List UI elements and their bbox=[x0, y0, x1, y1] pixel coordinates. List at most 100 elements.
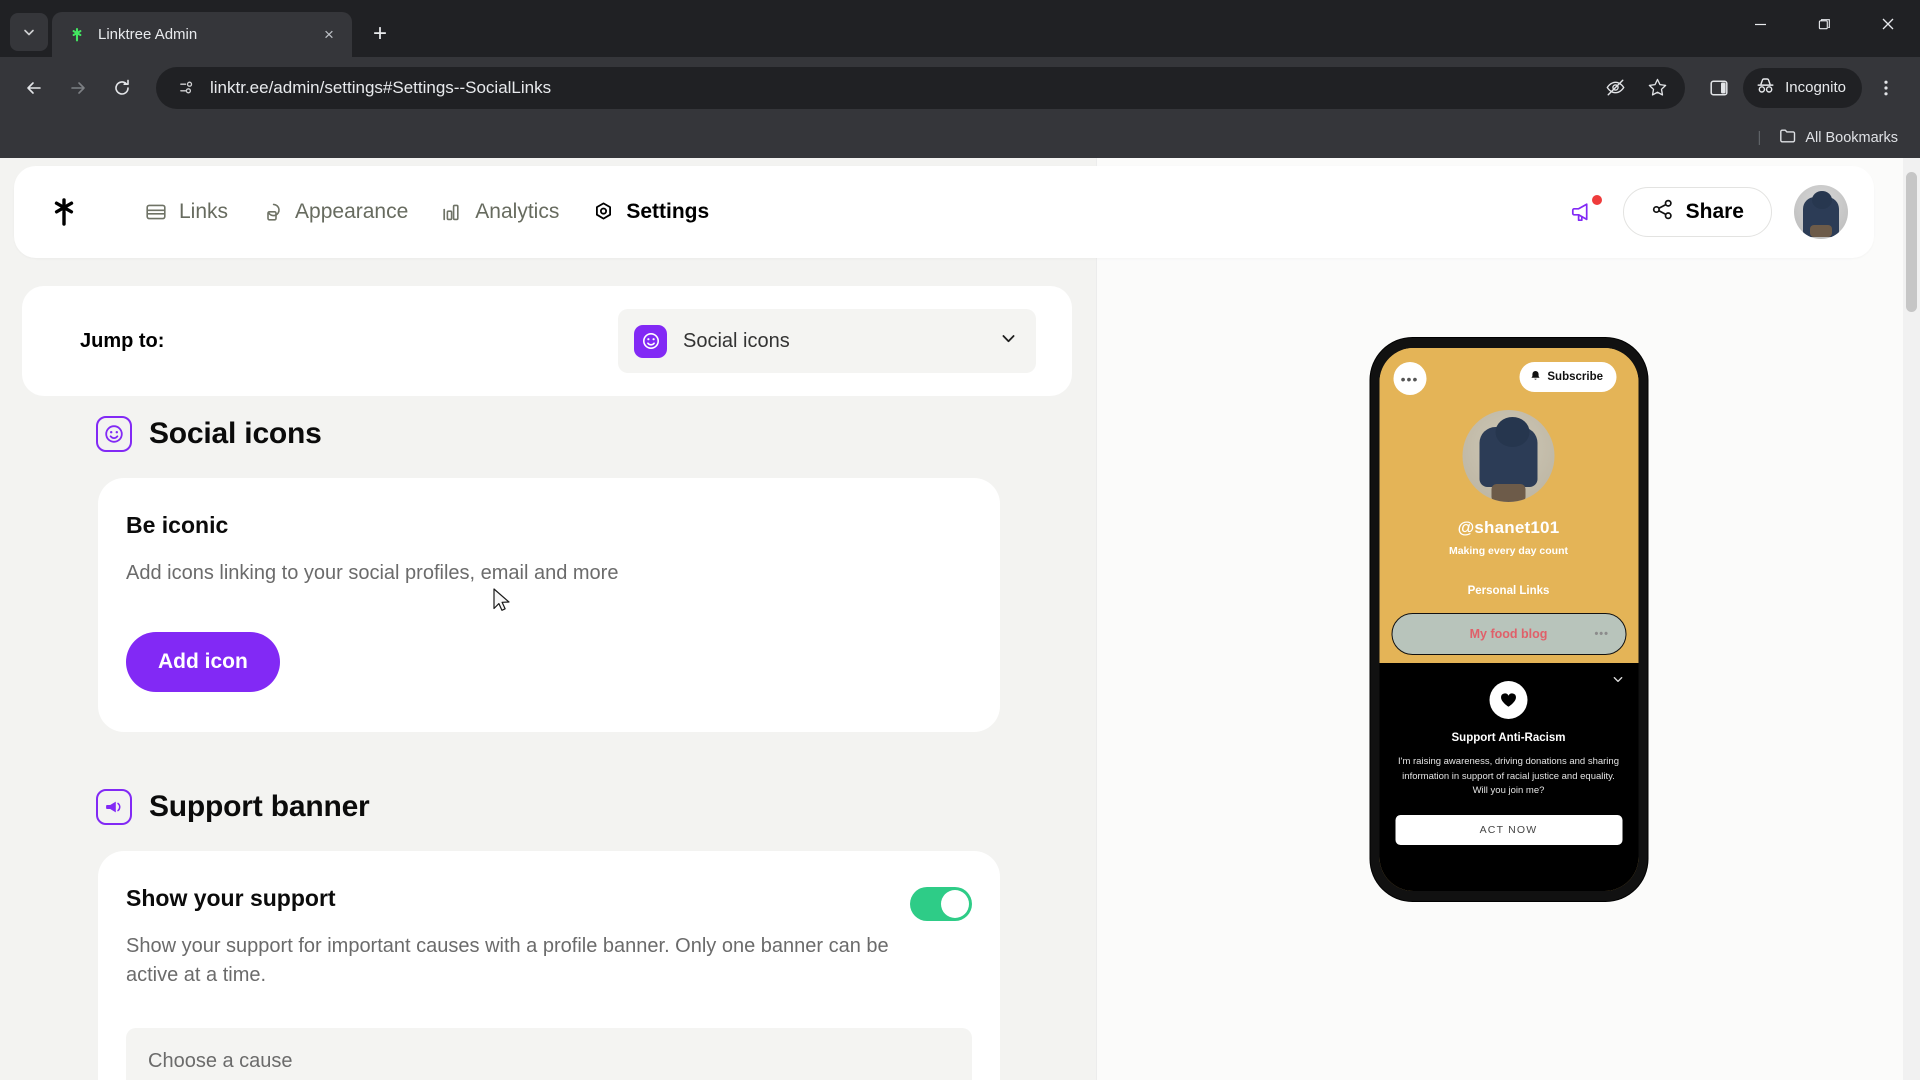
forward-button[interactable] bbox=[58, 68, 98, 108]
preview-banner-cta-button[interactable]: ACT NOW bbox=[1395, 815, 1622, 846]
omnibox-actions bbox=[1595, 68, 1677, 108]
preview-links-heading: Personal Links bbox=[1467, 585, 1550, 597]
preview-column: ••• Subscribe @shanet101 Making every da… bbox=[1096, 158, 1920, 1080]
tab-title: Linktree Admin bbox=[98, 26, 198, 43]
avatar[interactable] bbox=[1794, 185, 1848, 239]
tab-close-icon[interactable]: × bbox=[318, 24, 340, 46]
card-title-be-iconic: Be iconic bbox=[126, 512, 229, 538]
analytics-bar-chart-icon bbox=[440, 200, 464, 224]
nav-item-links[interactable]: Links bbox=[128, 190, 244, 234]
tab-strip: Linktree Admin × + bbox=[0, 0, 1920, 57]
jump-to-card: Jump to: Social icons bbox=[22, 286, 1072, 396]
section-header-social-icons: Social icons bbox=[0, 416, 1096, 452]
share-label: Share bbox=[1685, 200, 1744, 223]
nav-label-links: Links bbox=[179, 200, 229, 223]
card-be-iconic: Be iconic Add icons linking to your soci… bbox=[98, 478, 1000, 732]
browser-window: Linktree Admin × + linktr.ee/admin/setti… bbox=[0, 0, 1920, 1080]
preview-support-banner: Support Anti-Racism I'm raising awarenes… bbox=[1379, 662, 1638, 891]
back-button[interactable] bbox=[14, 68, 54, 108]
reload-button[interactable] bbox=[102, 68, 142, 108]
preview-avatar bbox=[1462, 410, 1555, 502]
settings-gear-icon bbox=[591, 200, 615, 224]
star-icon[interactable] bbox=[1637, 68, 1677, 108]
url-text: linktr.ee/admin/settings#Settings--Socia… bbox=[210, 77, 552, 97]
preview-link-menu-icon[interactable]: ••• bbox=[1594, 628, 1609, 640]
close-window-button[interactable] bbox=[1856, 0, 1920, 48]
card-title-show-your-support: Show your support bbox=[126, 885, 336, 911]
app-header: Links Appearance Analytics Settings Shar… bbox=[14, 166, 1874, 258]
chevron-down-icon bbox=[999, 329, 1018, 353]
toggle-knob bbox=[941, 890, 969, 918]
bell-icon bbox=[1529, 370, 1541, 385]
profile-label: Incognito bbox=[1785, 79, 1846, 96]
app-nav: Links Appearance Analytics Settings bbox=[128, 190, 725, 234]
all-bookmarks-label: All Bookmarks bbox=[1805, 130, 1898, 146]
preview-banner-title: Support Anti-Racism bbox=[1451, 731, 1566, 744]
card-description-show-your-support: Show your support for important causes w… bbox=[126, 935, 889, 986]
section-header-support-banner: Support banner bbox=[0, 789, 1096, 825]
bookmarks-separator: | bbox=[1757, 130, 1762, 146]
megaphone-icon bbox=[96, 789, 132, 825]
preview-subscribe-label: Subscribe bbox=[1547, 371, 1603, 383]
announcements-button[interactable] bbox=[1567, 195, 1602, 229]
nav-item-appearance[interactable]: Appearance bbox=[244, 190, 424, 234]
tab-search-button[interactable] bbox=[10, 13, 48, 51]
phone-screen: ••• Subscribe @shanet101 Making every da… bbox=[1379, 348, 1638, 891]
settings-sections: Social icons Be iconic Add icons linking… bbox=[0, 416, 1096, 1080]
card-description-be-iconic: Add icons linking to your social profile… bbox=[126, 562, 619, 584]
share-nodes-icon bbox=[1651, 198, 1674, 227]
jump-to-selected-value: Social icons bbox=[683, 329, 790, 352]
address-bar[interactable]: linktr.ee/admin/settings#Settings--Socia… bbox=[156, 66, 1686, 109]
jump-to-label: Jump to: bbox=[80, 329, 165, 352]
share-button[interactable]: Share bbox=[1622, 187, 1772, 237]
browser-toolbar: linktr.ee/admin/settings#Settings--Socia… bbox=[0, 57, 1920, 118]
notification-dot bbox=[1591, 195, 1602, 205]
nav-label-settings: Settings bbox=[626, 200, 710, 223]
preview-banner-body: I'm raising awareness, driving donations… bbox=[1398, 755, 1619, 797]
browser-tab[interactable]: Linktree Admin × bbox=[52, 12, 352, 57]
section-title-support-banner: Support banner bbox=[149, 790, 370, 823]
smiley-face-icon bbox=[634, 324, 667, 358]
nav-item-settings[interactable]: Settings bbox=[575, 190, 725, 234]
page-viewport: Links Appearance Analytics Settings Shar… bbox=[0, 158, 1920, 1080]
phone-preview: ••• Subscribe @shanet101 Making every da… bbox=[1370, 338, 1647, 901]
profile-incognito-button[interactable]: Incognito bbox=[1743, 67, 1862, 108]
maximize-button[interactable] bbox=[1792, 0, 1856, 48]
folder-icon bbox=[1779, 127, 1797, 149]
minimize-button[interactable] bbox=[1728, 0, 1792, 48]
show-support-toggle[interactable] bbox=[910, 887, 972, 921]
nav-label-analytics: Analytics bbox=[475, 200, 560, 223]
all-bookmarks-button[interactable]: All Bookmarks bbox=[1771, 123, 1906, 153]
preview-subscribe-button[interactable]: Subscribe bbox=[1519, 362, 1616, 392]
settings-column: Jump to: Social icons Social icons Be ic… bbox=[0, 158, 1096, 1080]
nav-label-appearance: Appearance bbox=[295, 200, 409, 223]
page-scrollbar[interactable] bbox=[1903, 158, 1920, 1080]
choose-a-cause-select[interactable]: Choose a cause bbox=[126, 1028, 972, 1080]
preview-link-item[interactable]: My food blog ••• bbox=[1391, 613, 1626, 655]
card-show-your-support: Show your support Show your support for … bbox=[98, 851, 1000, 1080]
add-icon-button[interactable]: Add icon bbox=[126, 632, 280, 692]
window-controls bbox=[1728, 0, 1920, 48]
toolbar-right: Incognito bbox=[1699, 67, 1906, 108]
side-panel-icon[interactable] bbox=[1699, 68, 1739, 108]
scrollbar-thumb[interactable] bbox=[1906, 172, 1917, 312]
page-info-icon[interactable] bbox=[172, 74, 200, 102]
linktree-favicon-icon bbox=[68, 26, 86, 44]
preview-menu-dots-button[interactable]: ••• bbox=[1393, 362, 1426, 395]
eye-slash-icon[interactable] bbox=[1595, 68, 1635, 108]
section-title-social-icons: Social icons bbox=[149, 417, 322, 450]
new-tab-button[interactable]: + bbox=[362, 16, 398, 52]
nav-item-analytics[interactable]: Analytics bbox=[424, 190, 575, 234]
linktree-logo-icon[interactable] bbox=[44, 192, 84, 232]
links-icon bbox=[144, 200, 168, 224]
heart-icon bbox=[1489, 680, 1528, 719]
jump-to-select[interactable]: Social icons bbox=[618, 309, 1036, 373]
smiley-face-icon bbox=[96, 416, 132, 452]
three-dot-menu-icon[interactable] bbox=[1866, 68, 1906, 108]
preview-handle: @shanet101 bbox=[1457, 518, 1560, 537]
appearance-icon bbox=[260, 200, 284, 224]
preview-link-label: My food blog bbox=[1469, 627, 1548, 641]
app-header-right: Share bbox=[1567, 185, 1848, 239]
incognito-icon bbox=[1755, 75, 1776, 100]
chevron-down-icon[interactable] bbox=[1611, 673, 1624, 689]
